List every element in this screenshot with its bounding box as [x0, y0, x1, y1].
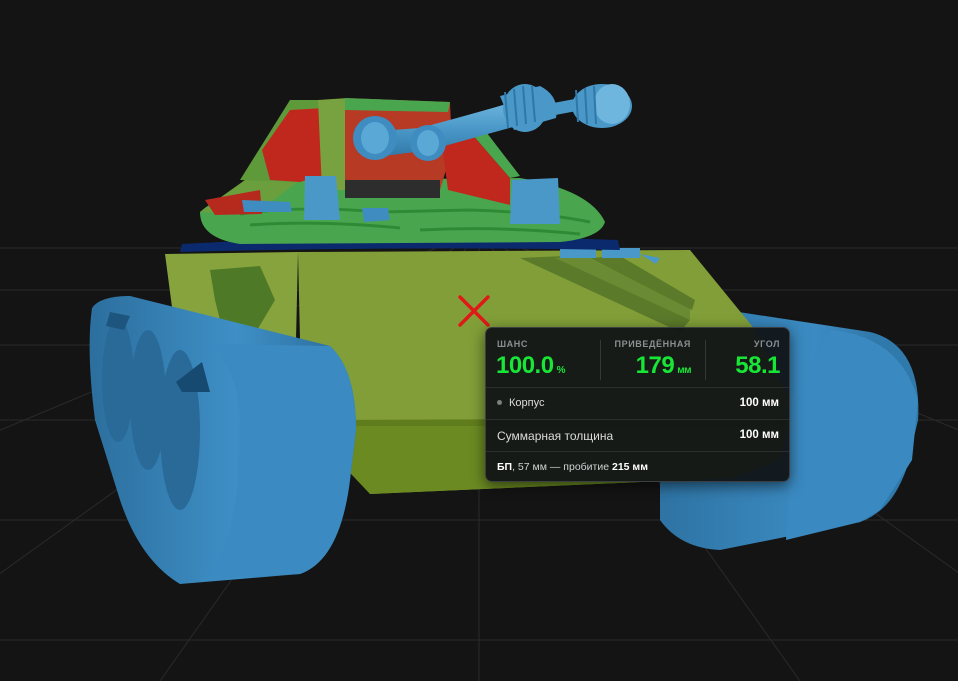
total-thickness-row: Суммарная толщина 100 мм — [486, 419, 789, 451]
tank-scene — [0, 84, 958, 681]
angle-stat: УГОЛ 58.1 — [705, 328, 790, 390]
shell-caliber-text: , 57 мм — пробитие — [512, 461, 612, 473]
total-thickness-value: 100 мм — [739, 429, 779, 441]
shell-penetration: 215 мм — [611, 461, 648, 473]
armor-part-value: 100 мм — [739, 397, 779, 409]
chance-value-group: 100.0% — [496, 352, 565, 380]
reduced-armor-value: 179 — [635, 352, 675, 379]
reduced-armor-value-group: 179 мм — [635, 352, 692, 380]
aim-point-x-mark-icon — [456, 293, 492, 329]
armor-info-panel: ШАНС 100.0% ПРИВЕДЁННАЯ 179 мм УГОЛ 58.1 … — [485, 327, 790, 482]
penetration-chance-stat: ШАНС 100.0% — [486, 328, 600, 390]
total-thickness-label: Суммарная толщина — [497, 429, 614, 443]
reduced-armor-stat: ПРИВЕДЁННАЯ 179 мм — [600, 328, 705, 390]
stats-row: ШАНС 100.0% ПРИВЕДЁННАЯ 179 мм УГОЛ 58.1 — [486, 328, 789, 390]
shell-info-line: БП, 57 мм — пробитие 215 мм — [497, 461, 648, 473]
bullet-dot-icon — [497, 399, 502, 405]
reduced-armor-label: ПРИВЕДЁННАЯ — [614, 339, 691, 349]
angle-value: 58.1 — [735, 352, 780, 379]
shell-type: БП — [497, 461, 513, 473]
reduced-armor-unit: мм — [677, 365, 691, 376]
armor-part-label: Корпус — [509, 397, 545, 409]
armor-part-label-group: Корпус — [497, 397, 544, 409]
chance-value: 100.0 — [496, 352, 554, 379]
chance-label: ШАНС — [497, 339, 528, 349]
tank-viewport[interactable] — [0, 0, 958, 681]
shell-info-row: БП, 57 мм — пробитие 215 мм — [486, 451, 789, 481]
armor-part-row: Корпус 100 мм — [486, 387, 789, 419]
chance-unit: % — [556, 365, 566, 376]
angle-label: УГОЛ — [753, 339, 780, 349]
